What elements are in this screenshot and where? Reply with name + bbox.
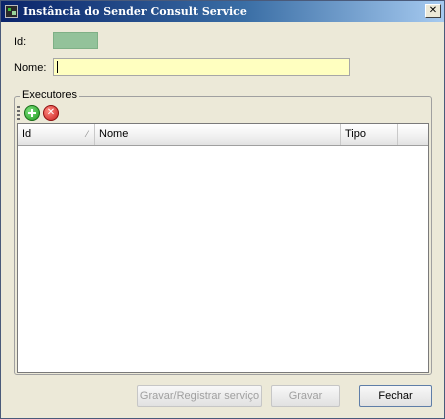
close-window-button[interactable]: ✕ [425, 4, 441, 18]
window-title: Instância do Sender Consult Service [23, 5, 247, 18]
executors-group-label: Executores [20, 89, 80, 102]
save-button[interactable]: Gravar [271, 385, 340, 407]
text-caret [57, 61, 58, 73]
name-input[interactable] [53, 58, 350, 76]
name-label: Nome: [14, 62, 47, 74]
id-label: Id: [14, 36, 27, 48]
executors-toolbar: ✕ [17, 103, 62, 123]
id-field [53, 32, 98, 49]
executors-grid[interactable]: Id ⁄ Nome Tipo [17, 123, 429, 373]
grid-header: Id ⁄ Nome Tipo [18, 124, 428, 146]
column-header-id[interactable]: Id ⁄ [18, 124, 95, 145]
column-header-tipo[interactable]: Tipo [341, 124, 398, 145]
column-header-id-label: Id [22, 128, 32, 140]
column-header-nome[interactable]: Nome [95, 124, 341, 145]
close-button[interactable]: Fechar [359, 385, 432, 407]
register-service-button[interactable]: Gravar/Registrar serviço [137, 385, 262, 407]
title-bar[interactable]: Instância do Sender Consult Service ✕ [1, 1, 444, 22]
toolbar-grip[interactable] [17, 106, 20, 120]
remove-executor-icon[interactable]: ✕ [43, 105, 59, 121]
dialog-window: Instância do Sender Consult Service ✕ Id… [0, 0, 445, 419]
add-executor-icon[interactable] [24, 105, 40, 121]
sort-indicator-icon: ⁄ [86, 129, 88, 139]
app-icon [5, 5, 18, 18]
